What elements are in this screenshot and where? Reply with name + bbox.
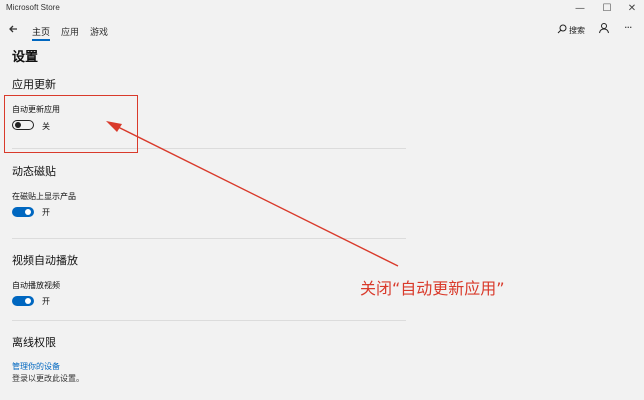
annotation-text: 关闭“自动更新应用” [360,279,505,298]
annotation-arrow [106,121,399,267]
